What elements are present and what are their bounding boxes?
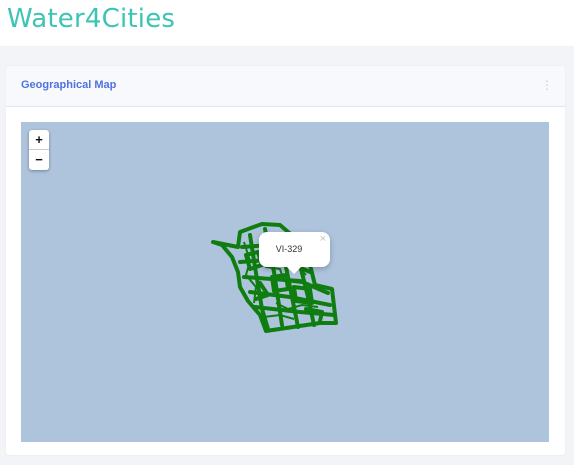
geographical-map[interactable]: + − VI-329 × xyxy=(21,122,549,442)
app-title: Water4Cities xyxy=(7,4,176,34)
card-header: Geographical Map ⋮ xyxy=(6,66,565,107)
vertical-dots-icon[interactable]: ⋮ xyxy=(541,77,553,93)
zoom-out-button[interactable]: − xyxy=(29,150,49,169)
card-title: Geographical Map xyxy=(21,79,117,91)
close-icon[interactable]: × xyxy=(320,233,326,245)
top-bar: Water4Cities xyxy=(0,0,574,46)
map-popup: VI-329 × xyxy=(259,232,330,274)
zoom-control: + − xyxy=(29,130,49,170)
map-card: Geographical Map ⋮ + − VI-329 × xyxy=(6,66,565,455)
popup-label: VI-329 xyxy=(275,244,303,254)
zoom-in-button[interactable]: + xyxy=(29,130,49,150)
